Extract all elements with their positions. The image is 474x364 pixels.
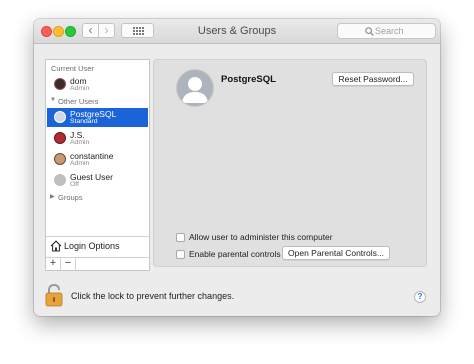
remove-user-button[interactable]: − xyxy=(61,258,76,270)
user-row-js[interactable]: J.S. Admin xyxy=(47,129,148,148)
user-role: Standard xyxy=(70,118,98,125)
person-silhouette-icon xyxy=(182,77,208,103)
user-detail-pane: PostgreSQL Reset Password... Allow user … xyxy=(153,59,427,267)
show-all-button[interactable] xyxy=(121,23,154,38)
close-button[interactable] xyxy=(41,26,52,37)
disclosure-open-icon[interactable]: ▼ xyxy=(50,97,56,103)
help-button[interactable]: ? xyxy=(414,291,426,303)
selected-user-name: PostgreSQL xyxy=(221,74,276,85)
bottom-bar: Click the lock to prevent further change… xyxy=(34,281,440,316)
user-row-guest[interactable]: Guest User Off xyxy=(47,171,148,190)
lock-message: Click the lock to prevent further change… xyxy=(71,291,235,301)
user-role: Admin xyxy=(70,85,90,92)
reset-password-button[interactable]: Reset Password... xyxy=(332,72,414,86)
login-options-item[interactable]: Login Options xyxy=(50,240,146,254)
avatar xyxy=(54,174,66,186)
allow-admin-checkbox[interactable] xyxy=(176,233,185,242)
zoom-button[interactable] xyxy=(65,26,76,37)
disclosure-closed-icon[interactable]: ▶ xyxy=(50,193,55,200)
user-role: Admin xyxy=(70,160,90,167)
user-row-constantine[interactable]: constantine Admin xyxy=(47,150,148,169)
lock-icon[interactable] xyxy=(44,283,64,307)
avatar xyxy=(54,78,66,90)
users-sidebar: Current User dom Admin ▼ Other Users Pos… xyxy=(45,59,150,271)
add-user-button[interactable]: + xyxy=(46,258,61,270)
user-role: Admin xyxy=(70,139,90,146)
avatar xyxy=(54,132,66,144)
forward-button[interactable]: › xyxy=(98,23,115,38)
user-role: Off xyxy=(70,181,79,188)
search-field[interactable] xyxy=(337,23,436,39)
title-bar: ‹ › Users & Groups xyxy=(34,19,440,44)
groups-heading[interactable]: Groups xyxy=(58,193,83,202)
current-user-heading: Current User xyxy=(51,64,94,73)
users-groups-window: ‹ › Users & Groups Current User dom xyxy=(34,19,440,316)
allow-admin-label: Allow user to administer this computer xyxy=(189,232,333,242)
grid-icon xyxy=(133,27,144,35)
open-parental-controls-button[interactable]: Open Parental Controls... xyxy=(282,246,390,260)
other-users-heading: Other Users xyxy=(58,97,99,106)
minimize-button[interactable] xyxy=(53,26,64,37)
user-row-dom[interactable]: dom Admin xyxy=(47,75,148,94)
avatar xyxy=(54,111,66,123)
add-remove-bar: + − xyxy=(46,257,149,271)
user-picture[interactable] xyxy=(176,69,214,107)
user-row-postgresql[interactable]: PostgreSQL Standard xyxy=(47,108,148,127)
house-icon xyxy=(50,240,62,252)
avatar xyxy=(54,153,66,165)
search-icon xyxy=(365,27,374,36)
back-button[interactable]: ‹ xyxy=(82,23,99,38)
login-options-label: Login Options xyxy=(64,241,120,251)
search-input[interactable] xyxy=(375,24,433,38)
divider xyxy=(46,236,149,237)
parental-controls-label: Enable parental controls xyxy=(189,249,281,259)
parental-controls-checkbox[interactable] xyxy=(176,250,185,259)
